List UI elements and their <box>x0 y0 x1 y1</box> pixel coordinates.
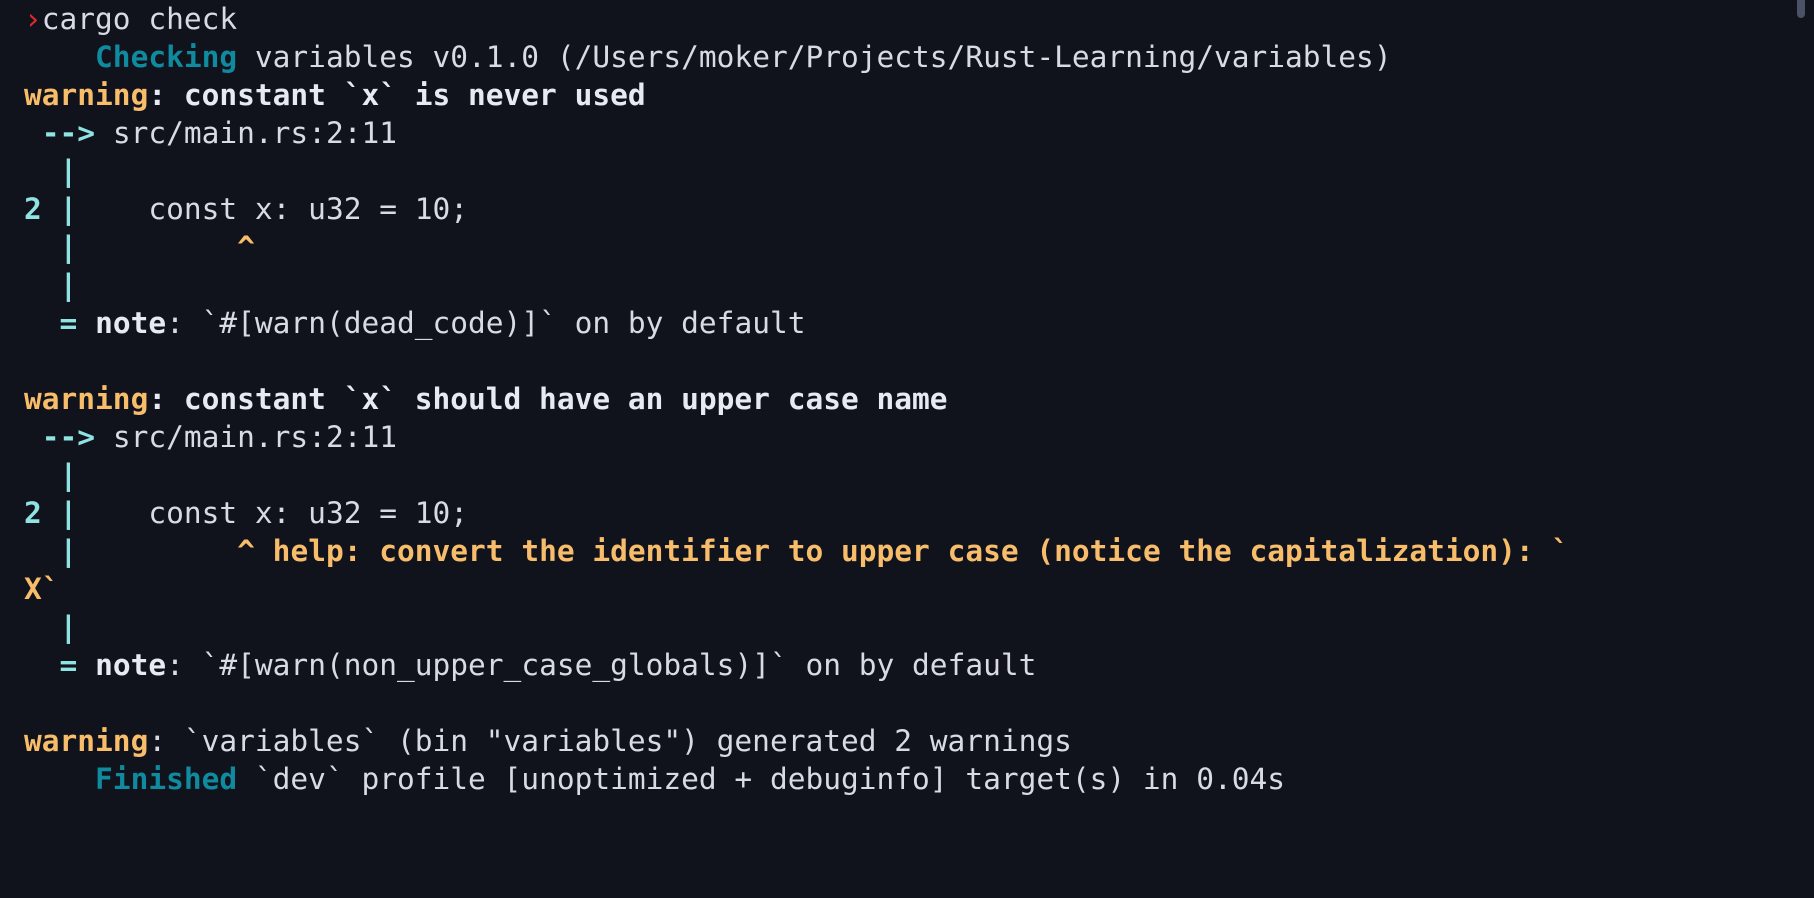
warning-2-location[interactable]: --> src/main.rs:2:11 <box>24 418 1814 456</box>
warning-label: warning <box>24 382 149 416</box>
equals-icon: = <box>59 648 78 682</box>
warning-2-help-line: | ^ help: convert the identifier to uppe… <box>24 532 1814 570</box>
arrow-icon: --> <box>41 116 96 150</box>
warning-message: : constant `x` is never used <box>148 78 646 112</box>
terminal-output: ›cargo check Checking variables v0.1.0 (… <box>0 0 1814 798</box>
note-text: : `#[warn(dead_code)]` on by default <box>166 306 806 340</box>
gutter-indent <box>24 534 60 568</box>
arrow-icon: --> <box>41 420 96 454</box>
warning-2-header: warning: constant `x` should have an upp… <box>24 380 1814 418</box>
warning-summary-text: : `variables` (bin "variables") generate… <box>148 724 1072 758</box>
prompt-line[interactable]: ›cargo check <box>24 0 1814 38</box>
gutter-pipe: | <box>24 608 1814 646</box>
pipe-icon: | <box>59 192 78 226</box>
warning-1-caret-line: | ^ <box>24 228 1814 266</box>
pipe-icon: | <box>59 230 78 264</box>
help-text: ^ help: convert the identifier to upper … <box>237 534 1570 568</box>
gutter-pipe: | <box>24 456 1814 494</box>
gutter-pipe: | <box>24 266 1814 304</box>
note-space <box>77 306 95 340</box>
warning-1-header: warning: constant `x` is never used <box>24 76 1814 114</box>
gutter-indent <box>24 154 60 188</box>
finished-label: Finished <box>95 762 238 796</box>
line-number: 2 <box>24 192 42 226</box>
scrollbar-thumb[interactable] <box>1797 0 1805 18</box>
note-label: note <box>95 306 167 340</box>
warning-1-note: = note: `#[warn(dead_code)]` on by defau… <box>24 304 1814 342</box>
warning-2-help-wrap: X` <box>24 570 1814 608</box>
source-code: const x: u32 = 10; <box>77 192 469 226</box>
checking-label: Checking <box>95 40 238 74</box>
caret-indent <box>77 230 237 264</box>
help-indent <box>77 534 237 568</box>
note-space <box>77 648 95 682</box>
warning-label: warning <box>24 78 149 112</box>
caret-icon: ^ <box>237 230 255 264</box>
blank-line: . <box>24 684 1814 722</box>
note-indent <box>24 306 60 340</box>
source-code: const x: u32 = 10; <box>77 496 469 530</box>
warning-1-code-line: 2 | const x: u32 = 10; <box>24 190 1814 228</box>
warning-summary-line: warning: `variables` (bin "variables") g… <box>24 722 1814 760</box>
note-text: : `#[warn(non_upper_case_globals)]` on b… <box>166 648 1037 682</box>
checking-package: variables v0.1.0 (/Users/moker/Projects/… <box>237 40 1392 74</box>
gutter-space <box>42 496 60 530</box>
pipe-icon: | <box>59 610 78 644</box>
warning-label: warning <box>24 724 149 758</box>
note-label: note <box>95 648 167 682</box>
help-text-wrapped: X` <box>24 572 60 606</box>
line-number: 2 <box>24 496 42 530</box>
warning-2-note: = note: `#[warn(non_upper_case_globals)]… <box>24 646 1814 684</box>
pipe-icon: | <box>59 268 78 302</box>
note-indent <box>24 648 60 682</box>
location-indent <box>24 420 42 454</box>
blank-line: . <box>24 342 1814 380</box>
terminal-window[interactable]: ›cargo check Checking variables v0.1.0 (… <box>0 0 1814 898</box>
gutter-pipe: | <box>24 152 1814 190</box>
pipe-icon: | <box>59 534 78 568</box>
gutter-indent <box>24 230 60 264</box>
location-indent <box>24 116 42 150</box>
pipe-icon: | <box>59 154 78 188</box>
gutter-indent <box>24 610 60 644</box>
warning-2-code-line: 2 | const x: u32 = 10; <box>24 494 1814 532</box>
checking-line: Checking variables v0.1.0 (/Users/moker/… <box>24 38 1814 76</box>
gutter-indent <box>24 458 60 492</box>
scrollbar-track[interactable] <box>1797 0 1810 898</box>
pipe-icon: | <box>59 496 78 530</box>
pipe-icon: | <box>59 458 78 492</box>
equals-icon: = <box>59 306 78 340</box>
prompt-symbol-icon: › <box>24 2 42 36</box>
source-location: src/main.rs:2:11 <box>95 116 397 150</box>
finished-details: `dev` profile [unoptimized + debuginfo] … <box>237 762 1286 796</box>
gutter-space <box>42 192 60 226</box>
command-text: cargo check <box>41 2 238 36</box>
warning-1-location[interactable]: --> src/main.rs:2:11 <box>24 114 1814 152</box>
warning-message: : constant `x` should have an upper case… <box>148 382 948 416</box>
finished-line: Finished `dev` profile [unoptimized + de… <box>24 760 1814 798</box>
source-location: src/main.rs:2:11 <box>95 420 397 454</box>
gutter-indent <box>24 268 60 302</box>
